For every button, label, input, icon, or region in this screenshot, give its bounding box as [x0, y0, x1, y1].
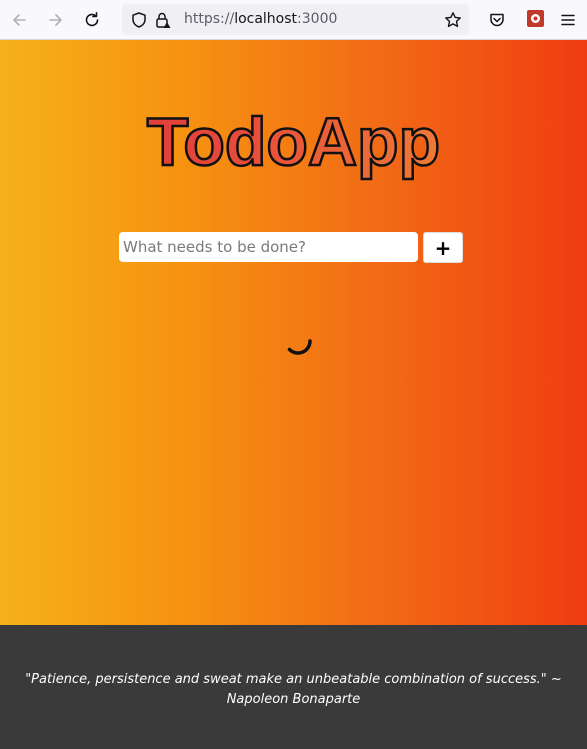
url-text: https://localhost:3000	[184, 11, 337, 27]
url-scheme: https://	[184, 11, 235, 27]
menu-button[interactable]	[556, 8, 580, 32]
back-button[interactable]	[7, 8, 31, 32]
pocket-icon	[490, 13, 504, 27]
add-todo-button[interactable]: +	[423, 232, 463, 263]
url-host: localhost	[234, 11, 298, 27]
star-icon[interactable]	[444, 11, 462, 29]
hamburger-menu-icon	[561, 14, 575, 26]
app-title: TodoApp	[0, 102, 587, 182]
url-port: :3000	[297, 11, 338, 27]
arrow-left-icon	[13, 14, 26, 26]
footer: "Patience, persistence and sweat make an…	[0, 625, 587, 749]
new-todo-input[interactable]	[119, 232, 418, 262]
reload-button[interactable]	[80, 8, 104, 32]
browser-toolbar: https://localhost:3000	[0, 0, 587, 40]
extension-icon[interactable]	[527, 10, 544, 27]
forward-button[interactable]	[44, 8, 68, 32]
app-main: TodoApp +	[0, 40, 587, 625]
extension-glyph-icon	[531, 14, 540, 23]
lock-warning-icon[interactable]	[154, 11, 172, 29]
reload-icon	[85, 12, 99, 27]
footer-quote: "Patience, persistence and sweat make an…	[25, 672, 562, 707]
url-bar[interactable]: https://localhost:3000	[122, 4, 469, 35]
loading-spinner-icon	[287, 339, 312, 355]
shield-icon[interactable]	[130, 11, 148, 29]
pocket-button[interactable]	[485, 8, 509, 32]
arrow-right-icon	[49, 14, 62, 26]
